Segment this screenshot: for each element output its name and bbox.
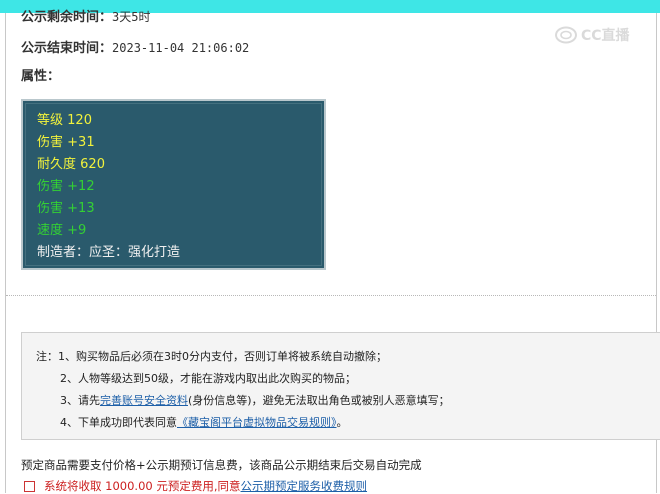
watermark: CC直播	[555, 25, 630, 45]
attributes-label: 属性：	[21, 69, 61, 84]
remaining-time-label: 公示剩余时间：	[21, 10, 113, 25]
account-security-link[interactable]: 完善账号安全资料	[100, 394, 188, 407]
cc-logo-icon	[555, 26, 577, 44]
section-divider	[6, 295, 656, 296]
fee-info: 预定商品需要支付价格+公示期预订信息费，该商品公示期结束后交易自动完成	[21, 458, 422, 472]
trade-rules-link[interactable]: 《藏宝阁平台虚拟物品交易规则》	[177, 416, 337, 429]
stat-damage-1: 伤害 +31	[37, 135, 95, 150]
watermark-text: CC直播	[581, 28, 630, 44]
left-divider	[5, 13, 6, 493]
remaining-time-row: 公示剩余时间：3天5时	[21, 6, 150, 25]
attributes-row: 属性：	[21, 65, 60, 84]
agreement-text: 系统将收取 1000.00 元预定费用,同意	[44, 479, 241, 493]
fee-rules-link[interactable]: 公示期预定服务收费规则	[241, 478, 368, 494]
notice-line-1: 注：1、购买物品后必须在3时0分内支付，否则订单将被系统自动撤除；	[36, 350, 387, 363]
stat-durability: 耐久度 620	[37, 157, 105, 172]
agreement-row: 系统将收取 1000.00 元预定费用,同意 公示期预定服务收费规则	[24, 478, 367, 494]
end-time-row: 公示结束时间：2023-11-04 21:06:02	[21, 37, 249, 56]
notice-line-3: 3、请先完善账号安全资料(身份信息等)，避免无法取出角色或被别人恶意填写；	[60, 394, 450, 407]
item-stats-panel: 等级 120 伤害 +31 耐久度 620 伤害 +12 伤害 +13 速度 +…	[21, 99, 326, 270]
stat-maker: 制造者：应圣：强化打造	[37, 245, 181, 260]
notice-line-2: 2、人物等级达到50级，才能在游戏内取出此次购买的物品；	[60, 372, 356, 385]
end-time-value: 2023-11-04 21:06:02	[112, 41, 250, 55]
notice-line-4: 4、下单成功即代表同意《藏宝阁平台虚拟物品交易规则》。	[60, 416, 348, 429]
agree-checkbox[interactable]	[24, 480, 35, 492]
remaining-time-value: 3天5时	[112, 10, 151, 24]
stat-damage-3: 伤害 +13	[37, 201, 95, 216]
stat-speed: 速度 +9	[37, 223, 87, 238]
stat-level: 等级 120	[37, 113, 92, 128]
end-time-label: 公示结束时间：	[21, 41, 113, 56]
stat-damage-2: 伤害 +12	[37, 179, 95, 194]
purchase-notice: 注：1、购买物品后必须在3时0分内支付，否则订单将被系统自动撤除； 2、人物等级…	[21, 332, 660, 440]
